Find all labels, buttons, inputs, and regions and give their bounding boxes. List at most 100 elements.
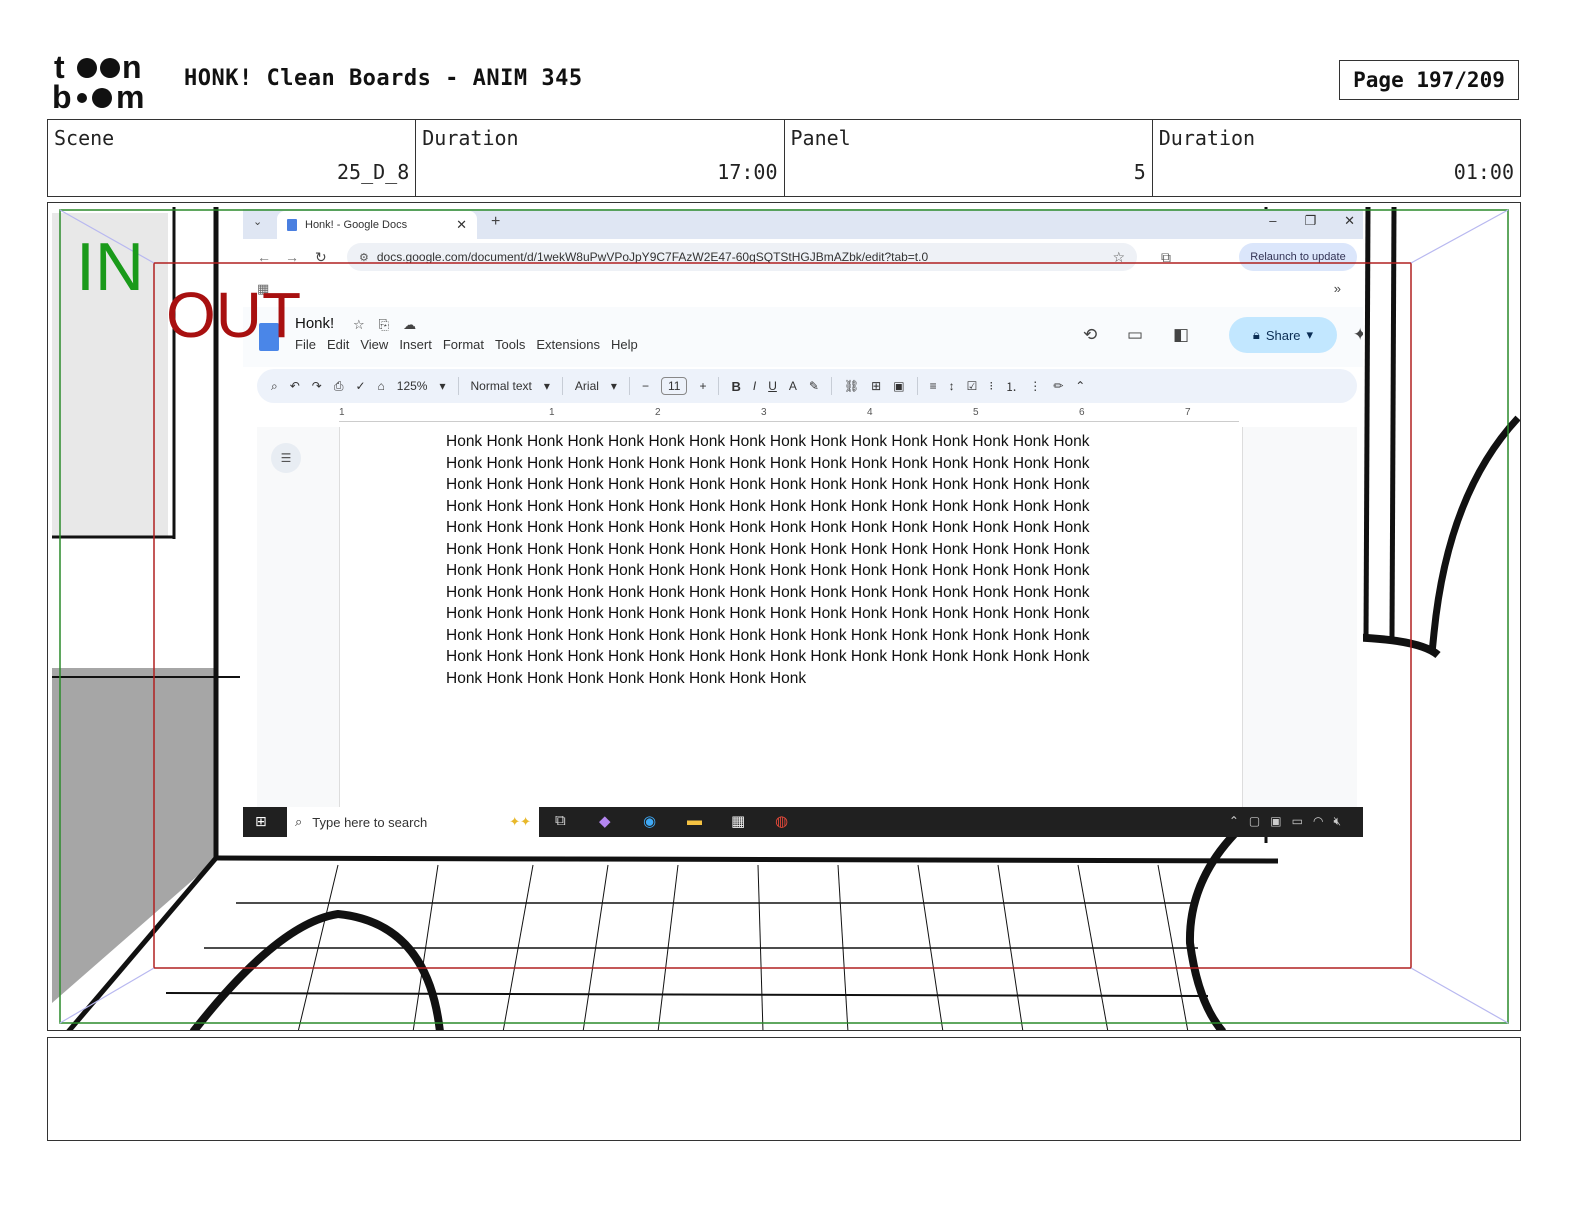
version-history-icon[interactable]: ⟲ (1083, 325, 1097, 345)
decrease-font-size-icon[interactable]: − (642, 379, 649, 393)
highlight-icon[interactable]: ✎ (809, 379, 819, 393)
checklist-icon[interactable]: ☑ (967, 379, 978, 393)
docs-header: Honk! ☆ ⎘ ☁ File Edit View Insert Format… (243, 307, 1363, 367)
task-view-icon[interactable]: ⧉ (555, 812, 566, 829)
tray-display-icon[interactable]: ▣ (1270, 814, 1281, 829)
title-icons: ☆ ⎘ ☁ (353, 317, 416, 333)
google-docs-tab-icon (287, 219, 297, 231)
share-button[interactable]: 🔒︎ Share ▾ (1229, 317, 1337, 353)
star-icon[interactable]: ☆ (353, 317, 365, 333)
gemini-icon[interactable]: ✦ (1353, 325, 1363, 345)
document-body[interactable]: Honk Honk Honk Honk Honk Honk Honk Honk … (446, 431, 1136, 689)
text-color-icon[interactable]: A (789, 379, 797, 393)
hide-menus-icon[interactable]: ⌃ (1075, 379, 1085, 393)
svg-text:b: b (52, 79, 72, 112)
underline-icon[interactable]: U (768, 379, 777, 393)
taskbar-search-placeholder: Type here to search (312, 814, 428, 830)
italic-icon[interactable]: I (753, 379, 756, 393)
new-tab-icon[interactable]: + (491, 213, 500, 231)
out-frame-label: OUT (166, 279, 302, 351)
file-explorer-icon[interactable]: ▬ (687, 812, 702, 829)
undo-icon[interactable]: ↶ (290, 379, 300, 393)
bookmark-star-icon[interactable]: ☆ (1112, 249, 1125, 266)
document-canvas: ☰ Honk Honk Honk Honk Honk Honk Honk Hon… (257, 427, 1357, 807)
style-select[interactable]: Normal text (471, 379, 532, 393)
editing-mode-icon[interactable]: ✏ (1053, 379, 1063, 393)
document-page[interactable]: Honk Honk Honk Honk Honk Honk Honk Honk … (339, 427, 1243, 807)
outline-icon[interactable]: ☰ (271, 443, 301, 473)
tab-strip: ⌄ Honk! - Google Docs ✕ + – ❐ ✕ (243, 209, 1363, 239)
site-info-icon[interactable]: ⚙ (359, 251, 369, 264)
menu-tools[interactable]: Tools (495, 337, 525, 352)
windows-start-icon[interactable]: ⊞ (255, 813, 267, 830)
cloud-status-icon[interactable]: ☁ (403, 317, 416, 333)
redo-icon[interactable]: ↷ (312, 379, 322, 393)
ruler-tick: 4 (867, 407, 873, 418)
tab-search-icon[interactable]: ⌄ (253, 215, 262, 228)
docs-toolbar: ⌕ ↶ ↷ ⎙ ✓ ⌂ 125% ▾ Normal text ▾ Arial ▾ − … (257, 369, 1357, 403)
tray-app-icon[interactable]: ▢ (1249, 814, 1260, 829)
add-comment-icon[interactable]: ⊞ (871, 379, 881, 393)
comments-icon[interactable]: ▭ (1127, 325, 1143, 345)
close-tab-icon[interactable]: ✕ (456, 217, 467, 233)
menu-insert[interactable]: Insert (399, 337, 432, 352)
browser-tab[interactable]: Honk! - Google Docs ✕ (277, 211, 477, 239)
ruler-tick: 5 (973, 407, 979, 418)
chrome-icon[interactable]: ◍ (775, 812, 788, 830)
bulleted-list-icon[interactable]: ⁝ (989, 379, 993, 393)
volume-muted-icon[interactable]: 🔇︎ (1333, 814, 1341, 829)
numbered-list-icon[interactable]: ⒈ (1005, 378, 1017, 395)
share-dropdown-icon[interactable]: ▾ (1307, 327, 1314, 343)
menu-format[interactable]: Format (443, 337, 484, 352)
page-number: Page 197/209 (1339, 60, 1519, 100)
paint-format-icon[interactable]: ⌂ (378, 379, 385, 393)
battery-icon[interactable]: ▭ (1292, 814, 1303, 829)
menu-extensions[interactable]: Extensions (536, 337, 600, 352)
search-menus-icon[interactable]: ⌕ (271, 379, 278, 394)
minimize-icon[interactable]: – (1269, 213, 1276, 229)
tab-title: Honk! - Google Docs (305, 219, 408, 231)
svg-text:m: m (116, 79, 144, 112)
bold-icon[interactable]: B (731, 379, 740, 394)
back-icon[interactable]: ← (257, 249, 271, 265)
spellcheck-icon[interactable]: ✓ (355, 379, 365, 393)
text-line: Honk Honk Honk Honk Honk Honk Honk Honk … (446, 605, 1090, 622)
meet-icon[interactable]: ◧ (1173, 325, 1189, 345)
copilot-icon[interactable]: ◆ (599, 812, 611, 830)
menu-help[interactable]: Help (611, 337, 638, 352)
taskbar-search[interactable]: ⌕ Type here to search ✦✦ (287, 807, 539, 837)
notes-box[interactable] (47, 1037, 1521, 1141)
reload-icon[interactable]: ↻ (315, 249, 327, 266)
ruler[interactable]: 1 1 2 3 4 5 6 7 (339, 407, 1239, 427)
more-options-icon[interactable]: ⋮ (1029, 379, 1041, 393)
insert-link-icon[interactable]: ⛓ (844, 379, 859, 393)
more-bookmarks-icon[interactable]: » (1334, 281, 1341, 296)
scene-info-row: Scene 25_D_8 Duration 17:00 Panel 5 Dura… (47, 119, 1521, 197)
scene-value: 25_D_8 (337, 160, 410, 184)
restore-icon[interactable]: ❐ (1304, 213, 1316, 229)
font-size-input[interactable]: 11 (660, 377, 688, 395)
print-icon[interactable]: ⎙ (334, 379, 344, 394)
menu-view[interactable]: View (360, 337, 388, 352)
scene-cell: Scene 25_D_8 (48, 120, 417, 196)
edge-icon[interactable]: ◉ (643, 812, 656, 830)
font-select[interactable]: Arial (575, 379, 599, 393)
scene-duration-cell: Duration 17:00 (416, 120, 785, 196)
zoom-select[interactable]: 125% (397, 379, 428, 393)
menu-edit[interactable]: Edit (327, 337, 349, 352)
text-line: Honk Honk Honk Honk Honk Honk Honk Honk … (446, 454, 1090, 472)
address-bar[interactable]: ⚙ docs.google.com/document/d/1wekW8uPwVP… (347, 243, 1137, 271)
line-spacing-icon[interactable]: ↕ (949, 379, 955, 393)
move-folder-icon[interactable]: ⎘ (379, 317, 389, 333)
system-tray: ⌃ ▢ ▣ ▭ ◠ 🔇︎ (1229, 814, 1341, 829)
close-window-icon[interactable]: ✕ (1344, 213, 1355, 229)
store-icon[interactable]: ▦ (731, 812, 745, 830)
align-icon[interactable]: ≡ (930, 379, 937, 393)
extensions-icon[interactable]: ⧉ (1161, 249, 1171, 266)
wifi-icon[interactable]: ◠ (1313, 814, 1323, 829)
insert-image-icon[interactable]: ▣ (893, 379, 904, 393)
relaunch-to-update-button[interactable]: Relaunch to update (1239, 243, 1357, 271)
tray-chevron-icon[interactable]: ⌃ (1229, 814, 1239, 829)
increase-font-size-icon[interactable]: + (699, 379, 706, 393)
forward-icon[interactable]: → (285, 249, 299, 265)
